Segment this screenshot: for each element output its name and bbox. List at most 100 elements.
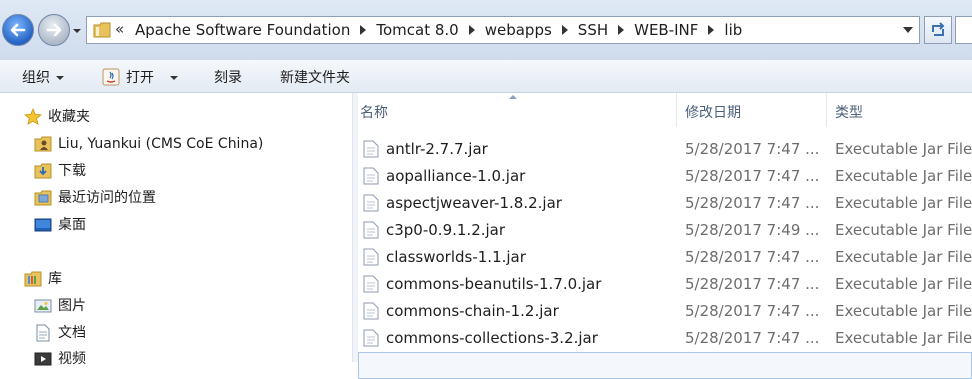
jar-file-icon (363, 140, 379, 158)
jar-file-icon (363, 275, 379, 293)
breadcrumb-item[interactable]: lib (724, 21, 742, 39)
chevron-down-icon (170, 76, 178, 80)
breadcrumb-separator-icon[interactable] (708, 25, 715, 35)
sort-ascending-icon (509, 95, 517, 99)
documents-icon (36, 324, 50, 342)
nav-label: 文档 (58, 325, 86, 341)
file-type: Executable Jar File (835, 302, 972, 320)
jar-file-icon (363, 194, 379, 212)
jar-file-icon (363, 329, 379, 347)
file-date: 5/28/2017 7:47 ... (685, 248, 820, 266)
file-list: 名称 修改日期 类型 antlr-2.7.7.jar 5/28/2017 7:4… (358, 93, 972, 379)
recent-pages-dropdown-icon[interactable] (72, 26, 82, 36)
file-name: classworlds-1.1.jar (386, 248, 526, 266)
file-type: Executable Jar File (835, 248, 972, 266)
file-date: 5/28/2017 7:49 ... (685, 221, 820, 239)
refresh-icon (932, 22, 945, 36)
file-name: c3p0-0.9.1.2.jar (386, 221, 506, 239)
file-row[interactable]: commons-beanutils-1.7.0.jar 5/28/2017 7:… (358, 271, 972, 298)
breadcrumb-item[interactable]: webapps (485, 21, 552, 39)
new-folder-button[interactable]: 新建文件夹 (280, 67, 350, 87)
breadcrumb-item[interactable]: WEB-INF (634, 21, 698, 39)
burn-button[interactable]: 刻录 (214, 67, 242, 87)
file-row[interactable]: classworlds-1.1.jar 5/28/2017 7:47 ... E… (358, 244, 972, 271)
file-date: 5/28/2017 7:47 ... (685, 167, 820, 185)
column-header-row: 名称 修改日期 类型 (358, 93, 972, 127)
column-header-date[interactable]: 修改日期 (685, 102, 741, 122)
breadcrumb-item[interactable]: Apache Software Foundation (135, 21, 350, 39)
overflow-chevron[interactable]: « (115, 20, 124, 38)
file-type: Executable Jar File (835, 221, 972, 239)
refresh-button[interactable] (924, 16, 952, 44)
file-type: Executable Jar File (835, 167, 972, 185)
nav-label: 桌面 (58, 217, 86, 233)
column-header-type[interactable]: 类型 (835, 102, 863, 122)
file-type: Executable Jar File (835, 275, 972, 293)
column-divider[interactable] (676, 93, 677, 127)
videos-icon (34, 352, 52, 366)
pictures-icon (34, 299, 52, 313)
nav-label: 库 (48, 271, 62, 287)
column-header-name[interactable]: 名称 (360, 102, 388, 122)
nav-label: Liu, Yuankui (CMS CoE China) (58, 136, 264, 152)
file-date: 5/28/2017 7:47 ... (685, 302, 820, 320)
file-row[interactable]: aopalliance-1.0.jar 5/28/2017 7:47 ... E… (358, 163, 972, 190)
search-box[interactable] (955, 16, 972, 44)
file-date: 5/28/2017 7:47 ... (685, 140, 820, 158)
breadcrumb-separator-icon[interactable] (468, 25, 475, 35)
star-icon (24, 108, 42, 126)
address-dropdown-icon[interactable] (903, 27, 913, 33)
jar-file-icon (363, 167, 379, 185)
address-bar[interactable]: « Apache Software Foundation Tomcat 8.0 we… (86, 16, 920, 44)
library-icon (24, 271, 42, 287)
organize-menu[interactable]: 组织 (22, 67, 64, 87)
nav-label: 视频 (58, 351, 86, 367)
file-row[interactable]: aspectjweaver-1.8.2.jar 5/28/2017 7:47 .… (358, 190, 972, 217)
file-row[interactable]: commons-chain-1.2.jar 5/28/2017 7:47 ...… (358, 298, 972, 325)
organize-label: 组织 (22, 70, 50, 86)
nav-label: 收藏夹 (48, 109, 90, 125)
recent-places-icon (34, 190, 52, 206)
file-name: commons-collections-3.2.jar (386, 329, 598, 347)
file-name: antlr-2.7.7.jar (386, 140, 488, 158)
breadcrumb-separator-icon[interactable] (561, 25, 568, 35)
open-label: 打开 (126, 70, 154, 86)
file-row[interactable]: c3p0-0.9.1.2.jar 5/28/2017 7:49 ... Exec… (358, 217, 972, 244)
nav-label: 图片 (58, 298, 86, 314)
breadcrumb-separator-icon[interactable] (360, 25, 367, 35)
breadcrumb-item[interactable]: SSH (578, 21, 608, 39)
open-button[interactable]: 打开 (102, 67, 178, 87)
file-name: aopalliance-1.0.jar (386, 167, 526, 185)
back-button[interactable] (2, 14, 34, 46)
java-icon (102, 68, 120, 86)
file-date: 5/28/2017 7:47 ... (685, 275, 820, 293)
file-type: Executable Jar File (835, 140, 972, 158)
user-folder-icon (34, 136, 52, 152)
desktop-icon (34, 218, 52, 232)
command-bar: 组织 打开 刻录 新建文件夹 (0, 60, 972, 93)
file-row-partial[interactable] (358, 352, 972, 379)
column-divider[interactable] (826, 93, 827, 127)
folder-icon (93, 22, 111, 38)
download-folder-icon (34, 163, 52, 179)
file-name: commons-chain-1.2.jar (386, 302, 559, 320)
forward-button[interactable] (38, 14, 70, 46)
address-bar-row: « Apache Software Foundation Tomcat 8.0 we… (0, 0, 972, 60)
navigation-pane: 收藏夹 Liu, Yuankui (CMS CoE China) 下载 最近访问… (0, 93, 352, 367)
file-name: aspectjweaver-1.8.2.jar (386, 194, 562, 212)
file-row[interactable]: antlr-2.7.7.jar 5/28/2017 7:47 ... Execu… (358, 136, 972, 163)
jar-file-icon (363, 248, 379, 266)
jar-file-icon (363, 302, 379, 320)
arrow-left-icon (10, 23, 26, 37)
nav-label: 最近访问的位置 (58, 190, 156, 206)
breadcrumb-separator-icon[interactable] (618, 25, 625, 35)
breadcrumb: Apache Software Foundation Tomcat 8.0 weba… (135, 21, 742, 39)
file-row[interactable]: commons-collections-3.2.jar 5/28/2017 7:… (358, 325, 972, 352)
file-date: 5/28/2017 7:47 ... (685, 194, 820, 212)
file-date: 5/28/2017 7:47 ... (685, 329, 820, 347)
arrow-right-icon (46, 23, 62, 37)
file-type: Executable Jar File (835, 329, 972, 347)
jar-file-icon (363, 221, 379, 239)
breadcrumb-item[interactable]: Tomcat 8.0 (376, 21, 458, 39)
file-type: Executable Jar File (835, 194, 972, 212)
